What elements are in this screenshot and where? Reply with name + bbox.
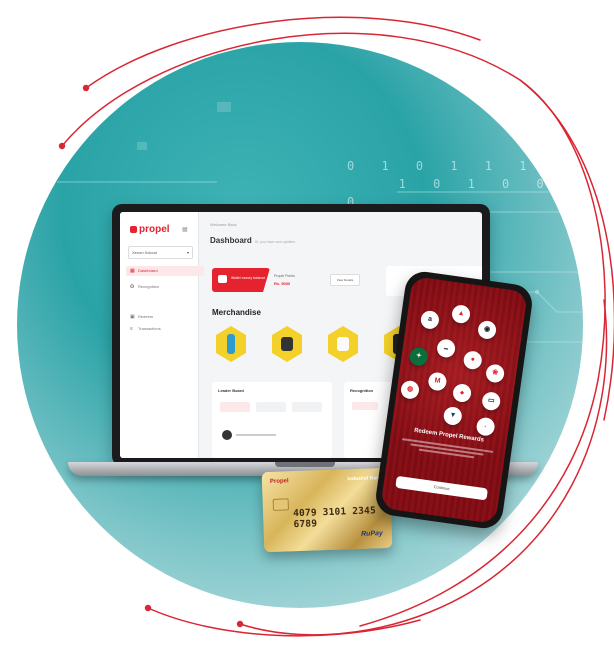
laptop-notch: [275, 462, 335, 467]
merchandise-title: Merchandise: [212, 308, 261, 317]
propel-logo: propel: [130, 224, 170, 235]
company-select[interactable]: Xenon Xcloud ▾: [128, 246, 193, 259]
merch-bottle[interactable]: [216, 326, 246, 364]
gift-icon: ▣: [130, 314, 135, 320]
sidebar-item-transactions[interactable]: ≡ Transactions: [126, 324, 204, 334]
grid-icon: ▦: [130, 268, 135, 274]
notebook-icon: [281, 337, 293, 351]
leaderboard-panel: Leader Board: [212, 382, 332, 458]
page-title: Dashboard Hi, you have new updates: [210, 236, 296, 245]
binary-digits: ⁠0 1 0 1 1 1 0 1 0 1 0 0 0: [347, 159, 571, 209]
sidebar-item-recognition[interactable]: ✪ Recognition: [126, 282, 204, 292]
rupay-logo: RuPay: [360, 530, 383, 538]
sidebar-item-redeem[interactable]: ▣ Redeem: [126, 312, 204, 322]
bottle-icon: [227, 334, 235, 354]
phone-screen: a ▲ ◉ ▬ ✦ ● ❀ M ◆ ▭ ◍ ▼ ◐ Redeem Propel …: [380, 276, 528, 524]
merch-tshirt[interactable]: [328, 326, 358, 364]
view-details-button[interactable]: View Details: [330, 274, 360, 286]
merch-notebook[interactable]: [272, 326, 302, 364]
chevron-down-icon: ▾: [186, 250, 189, 255]
list-icon: ≡: [130, 326, 133, 332]
sidebar-item-dashboard[interactable]: ▦ Dashboard: [126, 266, 204, 276]
credit-card: Propel IndusInd Bank 4079 3101 2345 6789…: [261, 467, 393, 553]
hero-illustration: ⁠0 1 0 1 1 1 0 1 0 1 0 0 0 propel ▦ Xeno…: [0, 0, 614, 650]
wallet-card[interactable]: Wallet money balance: [212, 268, 270, 292]
welcome-text: Welcome Back: [210, 222, 237, 227]
card-number: 4079 3101 2345 6789: [292, 505, 377, 531]
card-chip-icon: [272, 498, 289, 511]
tshirt-icon: [337, 337, 349, 351]
award-icon: ✪: [130, 284, 135, 290]
avatar: [222, 430, 232, 440]
grid-menu-icon[interactable]: ▦: [182, 226, 188, 233]
points-card: Propel Points Rs. 5000: [274, 274, 295, 286]
wallet-icon: [218, 275, 227, 283]
sidebar: propel ▦ Xenon Xcloud ▾ ▦ Dashboard ✪ Recog…: [120, 212, 204, 458]
